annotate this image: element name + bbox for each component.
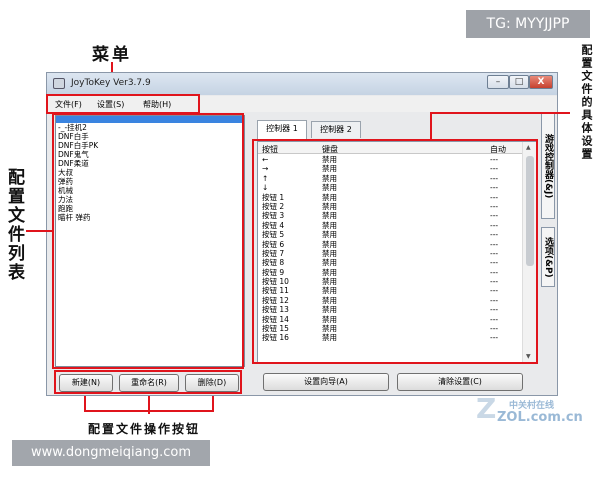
tab-controller-1[interactable]: 控制器 1 xyxy=(257,120,307,139)
profile-list-annotation: 配置文件列表 xyxy=(4,168,24,282)
zol-watermark-url: ZOL.com.cn xyxy=(497,410,583,425)
config-detail-connector xyxy=(430,112,570,114)
clear-settings-button[interactable]: 清除设置(C) xyxy=(397,373,523,391)
profile-ops-connector xyxy=(148,396,150,414)
profile-ops-annotation: 配置文件操作按钮 xyxy=(88,422,201,436)
minimize-button[interactable]: – xyxy=(487,75,509,89)
maximize-button[interactable]: □ xyxy=(509,75,529,89)
config-detail-highlight xyxy=(252,139,538,364)
window-title: JoyToKey Ver3.7.9 xyxy=(71,78,151,88)
zol-watermark-logo: Z xyxy=(476,392,497,425)
close-button[interactable]: X xyxy=(529,75,553,89)
setup-wizard-button[interactable]: 设置向导(A) xyxy=(263,373,389,391)
profile-list-connector xyxy=(26,230,52,232)
profile-buttons-highlight xyxy=(54,370,242,394)
config-detail-annotation: 配置文件的具体设置 xyxy=(580,44,593,161)
tab-options[interactable]: 选项(&P) xyxy=(541,227,555,287)
telegram-badge: TG: MYYJJPP xyxy=(466,10,590,38)
tab-controller-2[interactable]: 控制器 2 xyxy=(311,121,361,138)
profile-ops-connector xyxy=(212,396,214,412)
config-detail-connector xyxy=(430,112,432,140)
joystick-icon xyxy=(53,78,65,89)
website-badge: www.dongmeiqiang.com xyxy=(12,440,210,466)
profile-list-highlight xyxy=(52,113,244,369)
tab-game-controller[interactable]: 游戏控制器(&J) xyxy=(541,113,555,219)
menu-highlight xyxy=(46,94,200,114)
title-bar[interactable]: JoyToKey Ver3.7.9 – □ X xyxy=(47,73,557,95)
